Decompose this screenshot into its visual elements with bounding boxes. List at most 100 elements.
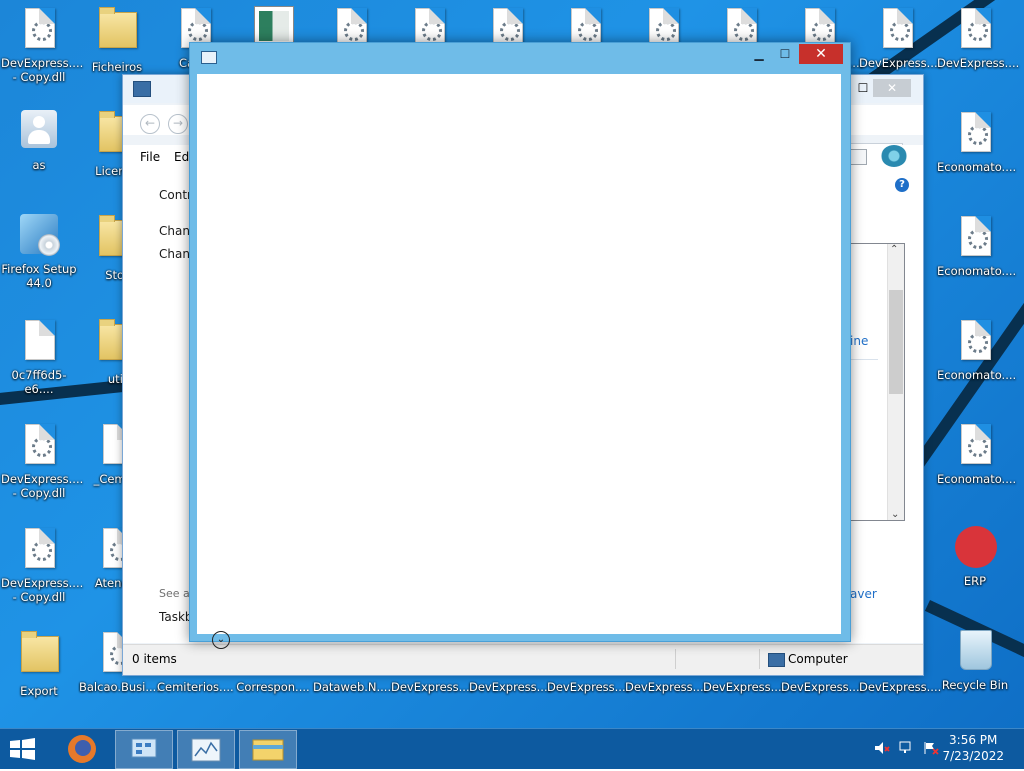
installer-icon xyxy=(19,214,60,258)
desktop-icon-label: 0c7ff6d5-e6.... xyxy=(11,368,67,396)
user-icon xyxy=(19,110,59,154)
desktop-icon-label: as xyxy=(32,158,46,172)
desktop-icon[interactable]: Economato.... xyxy=(936,110,1017,174)
dll-file-icon xyxy=(955,320,995,364)
computer-icon xyxy=(133,81,151,97)
menu-file[interactable]: File xyxy=(140,150,160,164)
desktop-icon-label: Dataweb.N.... xyxy=(313,680,392,694)
desktop-icon[interactable]: Economato.... xyxy=(936,318,1017,382)
window-preview-icon[interactable] xyxy=(177,730,235,769)
scroll-down-icon[interactable]: ⌄ xyxy=(891,509,899,520)
divider xyxy=(759,649,760,669)
network-icon[interactable] xyxy=(899,741,915,755)
computer-icon xyxy=(768,653,785,667)
clock-time: 3:56 PM xyxy=(949,733,998,747)
close-icon[interactable]: ✕ xyxy=(873,79,911,97)
desktop-icon-label: DevExpress.... xyxy=(937,56,1020,70)
divider xyxy=(675,649,676,669)
list-link-2[interactable]: aver xyxy=(850,587,877,601)
dll-file-icon xyxy=(955,216,995,260)
scroll-up-icon[interactable]: ⌃ xyxy=(890,244,898,255)
maximize-icon[interactable]: ☐ xyxy=(772,44,798,64)
list-link[interactable]: ine xyxy=(850,334,868,348)
forward-icon[interactable]: → xyxy=(168,114,188,134)
desktop-icon[interactable]: DevExpress.... - Copy.dll xyxy=(0,6,84,84)
desktop-icon[interactable]: ERP xyxy=(936,526,1014,588)
desktop-icon-label: DevExpress.... xyxy=(625,680,708,694)
desktop-icon-label: Economato.... xyxy=(937,160,1017,174)
status-bar: 0 items Computer xyxy=(123,644,923,675)
dll-file-icon xyxy=(19,424,59,468)
desktop-icon-label: Export xyxy=(20,684,58,698)
desktop-icon-label: Cemiterios.... xyxy=(157,680,234,694)
dll-file-icon xyxy=(955,112,995,156)
dll-file-icon xyxy=(19,8,59,52)
recycle-bin-icon xyxy=(955,630,995,674)
desktop-icon[interactable]: Economato.... xyxy=(936,214,1017,278)
clock[interactable]: 3:56 PM 7/23/2022 xyxy=(942,732,1004,764)
see-also-heading: See al xyxy=(159,587,193,600)
dll-file-icon xyxy=(955,8,995,52)
scroll-thumb[interactable] xyxy=(889,290,903,394)
status-item-count: 0 items xyxy=(132,652,177,666)
desktop-icon-label: DevExpress.... - Copy.dll xyxy=(1,56,84,84)
desktop-icon-label: Correspon.... xyxy=(236,680,310,694)
close-button[interactable]: ✕ xyxy=(799,44,843,64)
desktop-icon-label: DevExpress.... xyxy=(703,680,786,694)
scrollbar[interactable]: ⌃ ⌄ xyxy=(887,244,904,520)
back-icon[interactable]: ← xyxy=(140,114,160,134)
desktop-icon[interactable]: Export xyxy=(0,630,78,698)
desktop-icon-label: Economato.... xyxy=(937,472,1017,486)
desktop-icon[interactable]: Recycle Bin xyxy=(936,630,1014,692)
start-icon[interactable] xyxy=(8,737,38,761)
help-icon[interactable]: ? xyxy=(895,178,909,192)
desktop-icon-label: DevExpress.... xyxy=(781,680,864,694)
desktop-icon-label: Recycle Bin xyxy=(941,678,1009,692)
desktop-icon-label: Firefox Setup 44.0 xyxy=(1,262,77,290)
taskbar: 3:56 PM 7/23/2022 xyxy=(0,728,1024,769)
desktop-icon-label: DevExpress.... - Copy.dll xyxy=(1,472,84,500)
side-link-control[interactable]: Contr xyxy=(159,188,192,202)
volume-muted-icon[interactable] xyxy=(874,741,890,755)
desktop-icon-label: DevExpress.... xyxy=(547,680,630,694)
desktop-icon[interactable]: DevExpress.... - Copy.dll xyxy=(0,526,84,604)
options-list[interactable]: ine ⌃ ⌄ xyxy=(849,243,905,521)
desktop-icon-label: DevExpress.... xyxy=(391,680,474,694)
expand-icon[interactable]: ⌄ xyxy=(212,631,230,649)
desktop-icon-label: DevExpress.... xyxy=(859,56,942,70)
dll-file-icon xyxy=(19,528,59,572)
window-client-area: ⌄ xyxy=(197,74,841,649)
desktop-icon-label: DevExpress.... xyxy=(859,680,942,694)
dll-file-icon xyxy=(877,8,917,52)
erp-bank-icon xyxy=(955,526,997,570)
clock-date: 7/23/2022 xyxy=(942,749,1004,763)
desktop-icon[interactable]: Firefox Setup 44.0 xyxy=(0,214,78,290)
side-link-taskbar[interactable]: Taskb xyxy=(159,610,193,624)
blank-file-icon xyxy=(19,320,59,364)
minimize-icon[interactable]: ▁ xyxy=(746,44,772,64)
desktop-icon-label: Economato.... xyxy=(937,368,1017,382)
desktop-icon[interactable]: as xyxy=(0,110,78,172)
file-explorer-icon[interactable] xyxy=(239,730,297,769)
desktop-icon[interactable]: DevExpress.... xyxy=(858,6,942,70)
divider xyxy=(850,359,878,360)
folder-icon xyxy=(97,7,137,56)
desktop-icon-label: DevExpress.... - Copy.dll xyxy=(1,576,84,604)
desktop-icon-label: Economato.... xyxy=(937,264,1017,278)
shell-icon[interactable] xyxy=(881,145,907,167)
desktop-icon[interactable]: Economato.... xyxy=(936,422,1017,486)
desktop-icon-label: DevExpress.... xyxy=(469,680,552,694)
desktop-icon[interactable]: DevExpress.... - Copy.dll xyxy=(0,422,84,500)
status-location: Computer xyxy=(788,652,848,666)
desktop-icon[interactable]: DevExpress.... xyxy=(936,6,1020,70)
control-panel-icon[interactable] xyxy=(115,730,173,769)
window-icon xyxy=(201,51,217,64)
dll-file-icon xyxy=(955,424,995,468)
desktop-icon-label: Ficheiros xyxy=(91,60,143,74)
desktop-icon[interactable]: Ficheiros xyxy=(78,6,156,74)
desktop-icon[interactable]: 0c7ff6d5-e6.... xyxy=(0,318,78,396)
desktop-icon-label: Balcao.Busi.... xyxy=(79,680,160,694)
action-center-icon[interactable] xyxy=(923,741,939,755)
firefox-icon[interactable] xyxy=(54,730,110,767)
desktop-icon-label: ERP xyxy=(963,574,987,588)
